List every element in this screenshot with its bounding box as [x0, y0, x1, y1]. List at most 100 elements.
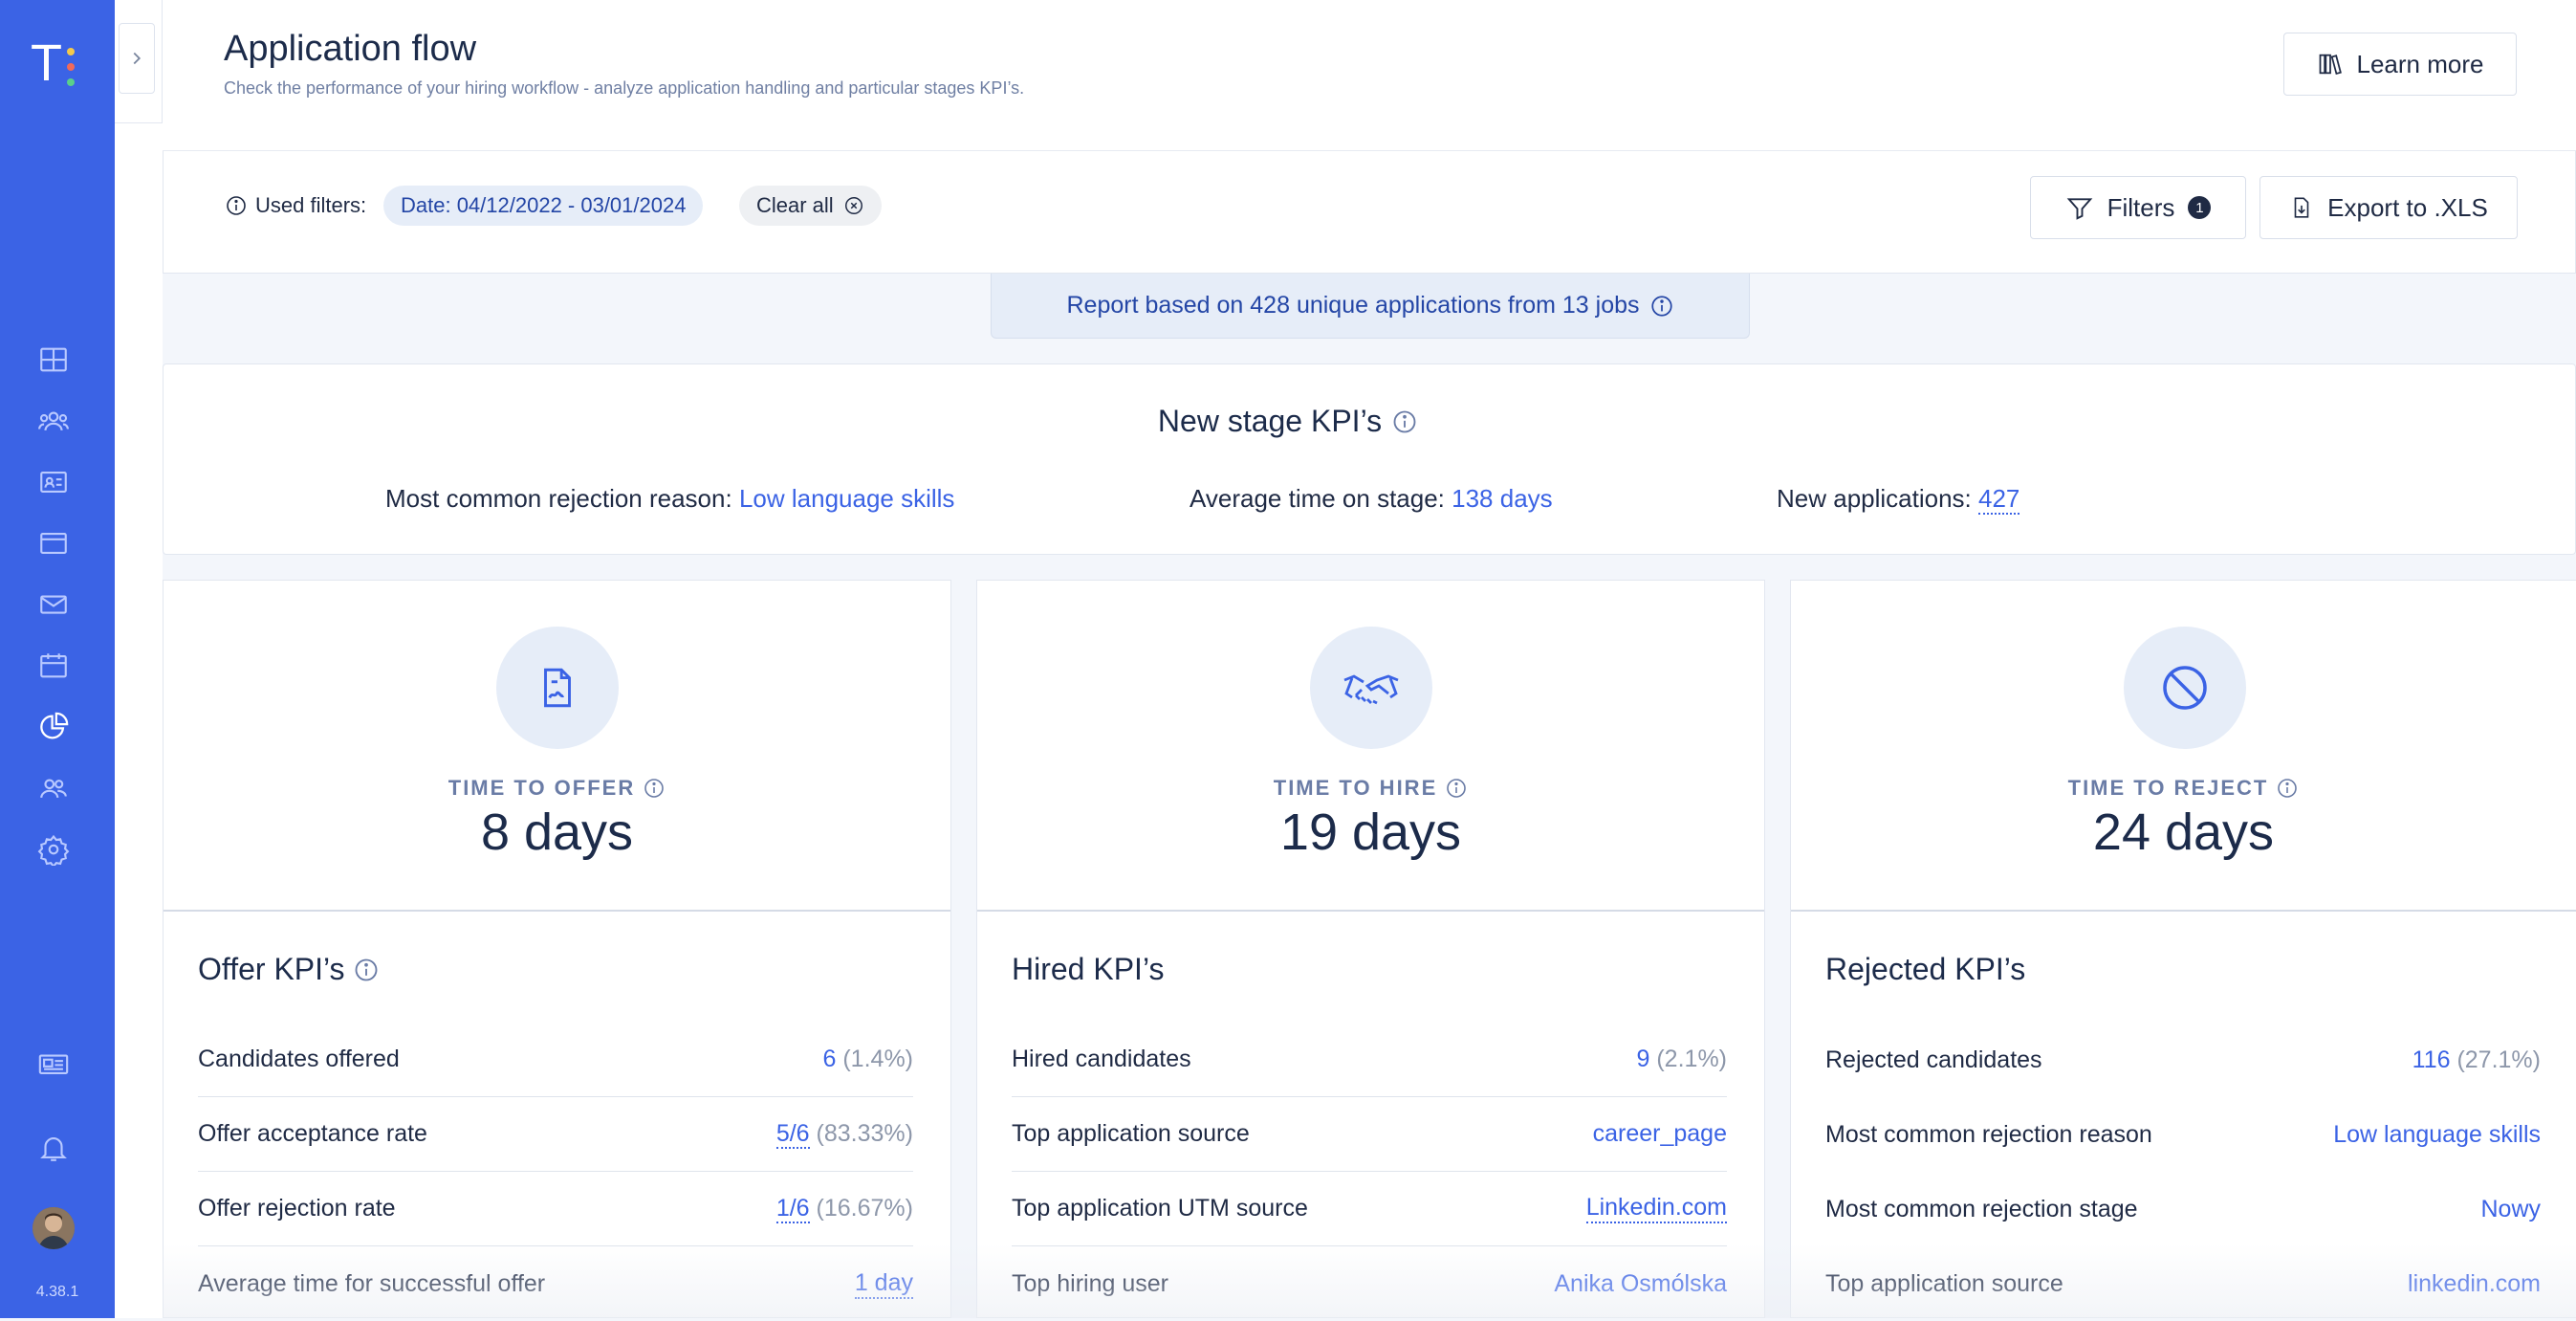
kpi-row-label: Rejected candidates [1825, 1046, 2042, 1073]
info-icon[interactable] [1649, 294, 1674, 319]
kpi-row: Top hiring user Anika Osmólska [1012, 1246, 1727, 1321]
stage-average-time: Average time on stage: 138 days [1190, 484, 1553, 514]
kpi-row-value[interactable]: Low language skills [2333, 1121, 2541, 1149]
prohibited-icon [2124, 627, 2246, 749]
info-icon[interactable] [353, 957, 380, 983]
kpi-row-value[interactable]: 5/6 [775, 1120, 810, 1149]
stage-rejection-reason: Most common rejection reason: Low langua… [385, 484, 954, 514]
section-title-text: Hired KPI’s [1012, 952, 1165, 986]
info-icon[interactable] [1391, 408, 1418, 435]
kpi-row-label: Offer rejection rate [198, 1195, 396, 1222]
kpi-summary: TIME TO HIRE 19 days [977, 581, 1764, 912]
kpi-row-value-wrap: 9 (2.1%) [1637, 1046, 1728, 1073]
app-version: 4.38.1 [35, 1284, 79, 1300]
kpi-row-extra: (83.33%) [816, 1120, 913, 1147]
kpi-row-value-wrap: 116 (27.1%) [2412, 1046, 2541, 1074]
kpi-row: Top application source linkedin.com [1825, 1246, 2541, 1321]
funnel-icon [2066, 198, 2092, 220]
kpi-row-label: Top application source [1012, 1120, 1250, 1147]
settings-gear-icon[interactable] [34, 830, 73, 869]
learn-more-label: Learn more [2356, 49, 2484, 78]
kpi-row-value[interactable]: Anika Osmólska [1554, 1270, 1727, 1298]
bell-icon[interactable] [34, 1129, 73, 1167]
kpi-row-label: Top application source [1825, 1269, 2063, 1297]
stage-new-apps-label: New applications: [1777, 484, 1972, 513]
team-icon[interactable] [34, 769, 73, 807]
new-stage-card [163, 363, 2576, 555]
news-icon[interactable] [34, 1045, 73, 1083]
kpi-row-label: Offer acceptance rate [198, 1120, 427, 1147]
kpi-row-value[interactable]: 1/6 [775, 1195, 810, 1223]
kpi-row-value[interactable]: 1 day [854, 1269, 913, 1299]
clear-all-label: Clear all [756, 193, 834, 217]
kpi-row-label: Candidates offered [198, 1046, 400, 1072]
used-filters: Used filters: [225, 193, 366, 218]
kpi-summary: TIME TO REJECT 24 days [1791, 581, 2576, 912]
contact-card-icon[interactable] [34, 463, 73, 501]
kpi-row-extra: (2.1%) [1656, 1046, 1727, 1072]
kpi-row: Most common rejection stage Nowy [1825, 1172, 2541, 1246]
kpi-row-value[interactable]: 6 [823, 1046, 837, 1072]
stage-new-applications: New applications: 427 [1777, 484, 2020, 515]
filters-count-badge: 1 [2188, 196, 2212, 219]
stage-new-apps-value[interactable]: 427 [1978, 484, 2020, 515]
jobs-window-icon[interactable] [34, 524, 73, 562]
kpi-row-label: Most common rejection stage [1825, 1195, 2138, 1222]
section-title: Offer KPI’s [198, 952, 380, 987]
page-subtitle: Check the performance of your hiring wor… [224, 78, 1025, 98]
info-icon[interactable] [2276, 777, 2299, 800]
app-logo[interactable]: T [31, 34, 84, 92]
report-banner: Report based on 428 unique applications … [991, 274, 1750, 339]
kpi-row-value-wrap: 1/6 (16.67%) [775, 1195, 913, 1223]
collapse-strip [115, 0, 163, 1318]
stage-rejection-label: Most common rejection reason: [385, 484, 732, 513]
new-stage-title-text: New stage KPI’s [1157, 404, 1383, 438]
avatar[interactable] [33, 1207, 75, 1249]
export-xls-button[interactable]: Export to .XLS [2259, 176, 2518, 239]
rejected-kpi-card: TIME TO REJECT 24 days Rejected KPI’s Re… [1790, 580, 2576, 1318]
info-icon [227, 196, 246, 215]
kpi-row-value[interactable]: linkedin.com [2408, 1270, 2541, 1298]
info-icon[interactable] [1445, 777, 1468, 800]
offer-document-icon [496, 627, 619, 749]
sidebar: T 4.38.1 [0, 0, 115, 1318]
kpi-row: Offer acceptance rate 5/6 (83.33%) [198, 1097, 913, 1172]
mail-icon[interactable] [34, 585, 73, 624]
stage-rejection-value[interactable]: Low language skills [739, 484, 954, 513]
section-title-text: Rejected KPI’s [1825, 952, 2026, 986]
filters-button[interactable]: Filters 1 [2030, 176, 2246, 239]
kpi-row: Average time for successful offer 1 day [198, 1246, 913, 1321]
date-filter-label: Date: 04/12/2022 - 03/01/2024 [401, 193, 687, 217]
export-label: Export to .XLS [2327, 192, 2488, 222]
chevron-right-icon[interactable] [119, 23, 155, 94]
kpi-row-value[interactable]: Linkedin.com [1585, 1194, 1727, 1223]
filters-label: Filters [2107, 192, 2175, 222]
reports-pie-icon[interactable] [34, 708, 73, 746]
section-title-text: Offer KPI’s [198, 952, 345, 986]
kpi-row: Most common rejection reason Low languag… [1825, 1097, 2541, 1172]
calendar-icon[interactable] [34, 647, 73, 685]
kpi-row-value[interactable]: Nowy [2480, 1196, 2541, 1223]
clear-all-button[interactable]: Clear all [739, 186, 882, 226]
kpi-label: TIME TO OFFER [164, 776, 950, 801]
info-icon[interactable] [643, 777, 666, 800]
kpi-row: Hired candidates 9 (2.1%) [1012, 1023, 1727, 1097]
kpi-row-value[interactable]: career_page [1593, 1120, 1727, 1148]
page-title: Application flow [224, 29, 477, 69]
dashboard-icon[interactable] [34, 341, 73, 379]
kpi-row-value-wrap: 5/6 (83.33%) [775, 1120, 913, 1149]
kpi-row: Offer rejection rate 1/6 (16.67%) [198, 1172, 913, 1246]
used-filters-label: Used filters: [255, 193, 367, 217]
kpi-label: TIME TO REJECT [1791, 776, 2576, 801]
kpi-row: Rejected candidates 116 (27.1%) [1825, 1023, 2541, 1097]
date-filter-chip[interactable]: Date: 04/12/2022 - 03/01/2024 [383, 186, 704, 226]
kpi-label: TIME TO HIRE [977, 776, 1764, 801]
learn-more-button[interactable]: Learn more [2283, 33, 2517, 96]
section-title: Hired KPI’s [1012, 952, 1164, 987]
kpi-label-text: TIME TO REJECT [2067, 776, 2269, 800]
kpi-row-value[interactable]: 116 [2412, 1046, 2451, 1073]
stage-avg-time-label: Average time on stage: [1190, 484, 1445, 513]
kpi-row-value[interactable]: 9 [1637, 1046, 1650, 1072]
new-stage-title: New stage KPI’s [0, 404, 2576, 439]
kpi-value: 19 days [1279, 804, 1462, 861]
